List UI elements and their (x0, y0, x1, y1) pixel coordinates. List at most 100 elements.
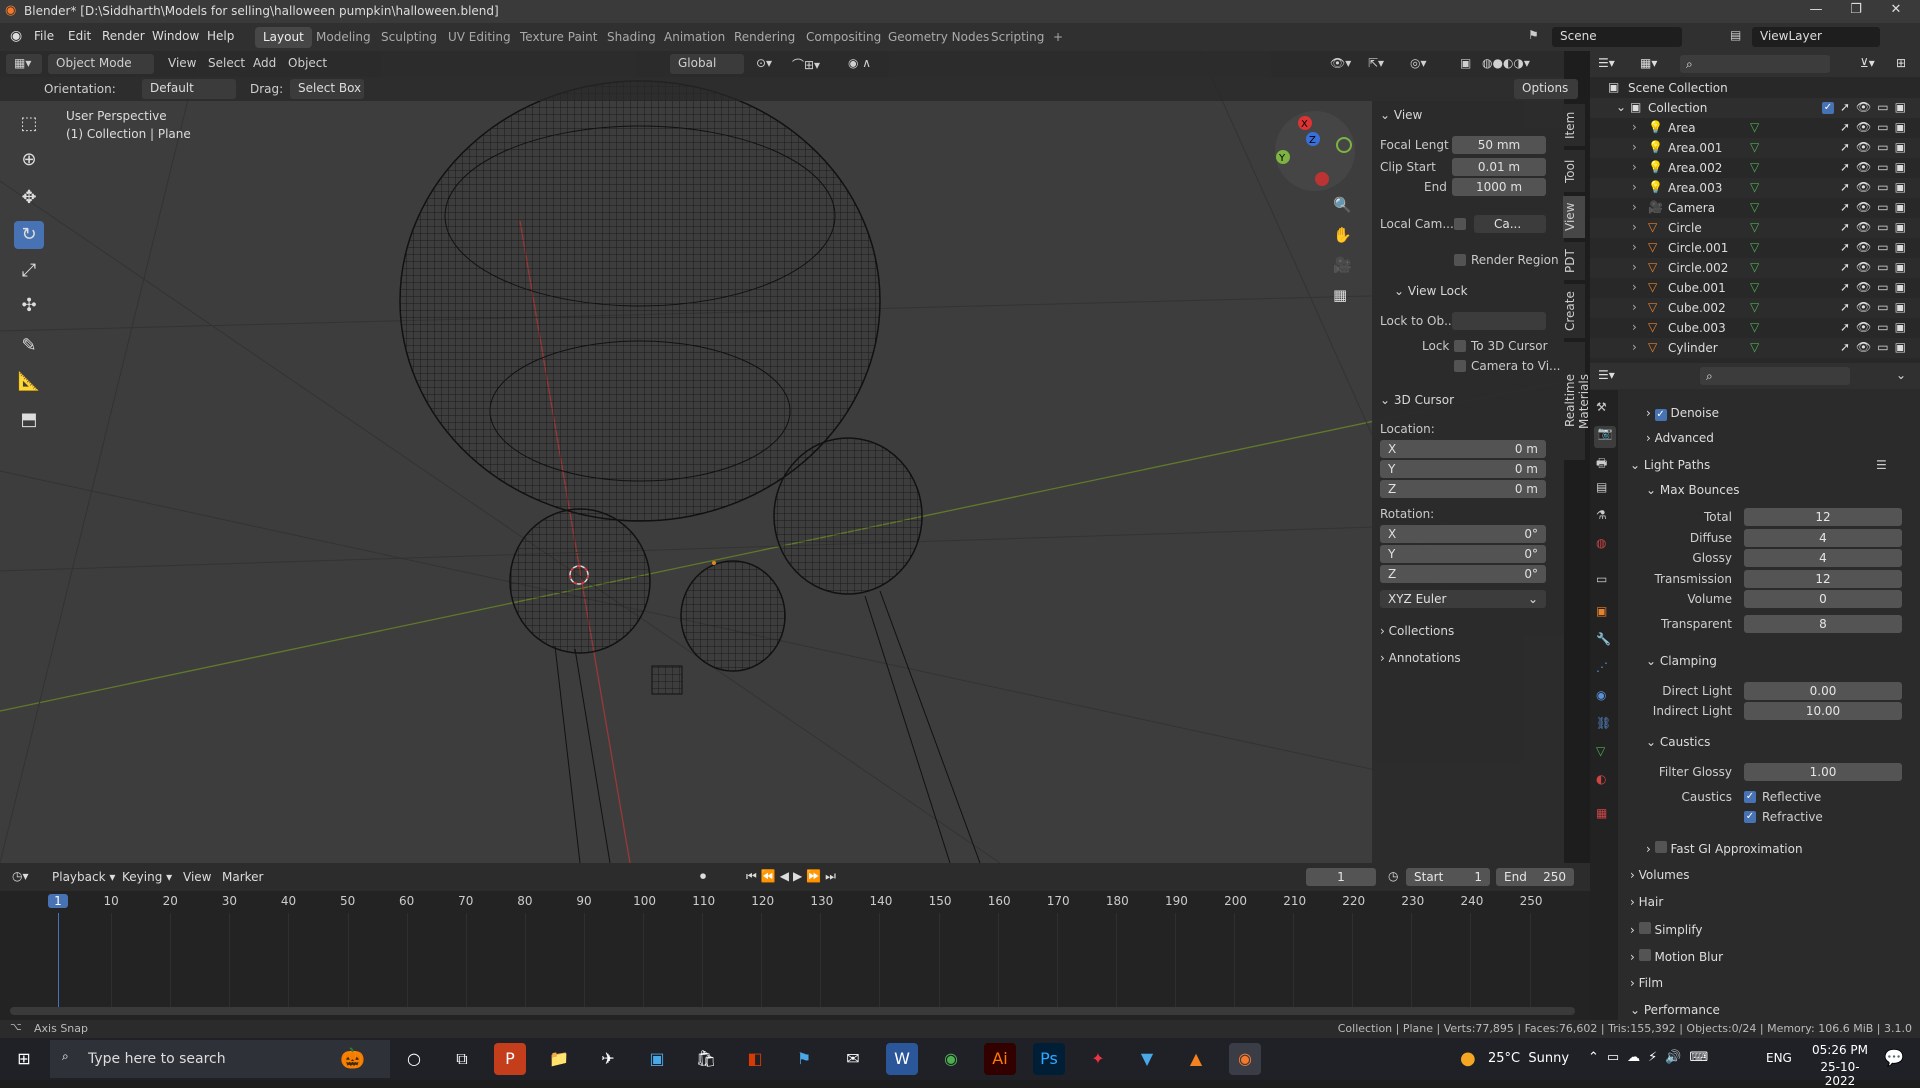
move-tool[interactable]: ✥ (14, 184, 44, 212)
object-data-icon[interactable]: ▽ (1750, 320, 1759, 334)
output-props-icon[interactable]: 🖶 (1596, 454, 1607, 475)
app-icon-3[interactable]: ⚑ (788, 1043, 820, 1075)
rotate-tool[interactable]: ↻ (14, 221, 44, 249)
outliner-search-input[interactable]: ⌕ (1680, 55, 1830, 73)
tab-create[interactable]: Create (1563, 284, 1585, 338)
playhead[interactable] (58, 913, 59, 1013)
simplify-header[interactable]: › Simplify (1630, 922, 1703, 937)
expand-chevron-icon[interactable]: › (1632, 120, 1637, 134)
expand-chevron-icon[interactable]: › (1632, 340, 1637, 354)
motion-blur-header[interactable]: › Motion Blur (1630, 949, 1723, 964)
restriction-toggles[interactable]: ➚👁▭▣ (1840, 280, 1912, 294)
object-props-icon[interactable]: ▣ (1596, 604, 1607, 618)
add-workspace-button[interactable]: + (1045, 27, 1071, 48)
tab-animation[interactable]: Animation (656, 27, 733, 48)
system-tray-icons[interactable]: ⌃▭☁⚡🔊⌨ (1588, 1050, 1716, 1065)
minimize-button[interactable]: — (1796, 2, 1836, 22)
timeline-ruler[interactable]: 1 10 20 30 40 50 60 70 80 90 100 110 120 130 140 150 160… (0, 891, 1590, 1019)
tab-rendering[interactable]: Rendering (726, 27, 803, 48)
properties-options-icon[interactable]: ⌄ (1896, 368, 1906, 382)
current-frame-field[interactable]: 1 (1306, 868, 1376, 886)
object-mode-dropdown[interactable]: Object Mode (48, 54, 154, 74)
tab-modeling[interactable]: Modeling (308, 27, 379, 48)
simplify-checkbox[interactable] (1638, 922, 1651, 934)
tab-uv-editing[interactable]: UV Editing (440, 27, 519, 48)
photoshop-icon[interactable]: Ps (1033, 1043, 1065, 1075)
expand-chevron-icon[interactable]: › (1632, 320, 1637, 334)
app-icon-4[interactable]: ✉ (837, 1043, 869, 1075)
outliner-row[interactable]: › ▽ Cube.002 ▽ ➚👁▭▣ (1590, 298, 1920, 318)
restriction-toggles[interactable]: ➚👁▭▣ (1840, 340, 1912, 354)
view-layer-props-icon[interactable]: ▤ (1596, 480, 1607, 494)
word-icon[interactable]: W (886, 1043, 918, 1075)
denoise-header[interactable]: › ✓ Denoise (1646, 406, 1719, 421)
select-box-tool[interactable]: ⬚ (14, 110, 44, 138)
tab-pdt[interactable]: PDT (1563, 242, 1585, 280)
reflective-checkbox[interactable]: ✓ (1744, 791, 1756, 803)
pan-hand-icon[interactable]: ✋ (1333, 226, 1352, 244)
3d-cursor-header[interactable]: ⌄ 3D Cursor (1380, 393, 1454, 407)
clock-date[interactable]: 25-10-2022 (1806, 1060, 1874, 1088)
vlc-icon[interactable]: ▲ (1180, 1043, 1212, 1075)
viewlayer-selector[interactable]: ViewLayer (1752, 27, 1880, 47)
tab-shading[interactable]: Shading (599, 27, 664, 48)
performance-header[interactable]: ⌄ Performance (1630, 1003, 1720, 1017)
object-data-icon[interactable]: ▽ (1750, 220, 1759, 234)
volumes-header[interactable]: › Volumes (1630, 868, 1690, 882)
filter-icon[interactable]: ⊻▾ (1860, 56, 1875, 70)
restriction-toggles[interactable]: ➚👁▭▣ (1840, 100, 1912, 114)
tab-sculpting[interactable]: Sculpting (373, 27, 445, 48)
object-data-icon[interactable]: ▽ (1750, 340, 1759, 354)
close-button[interactable]: ✕ (1876, 2, 1916, 22)
bounce-field[interactable]: 12 (1744, 570, 1902, 588)
transform-orientation-dropdown[interactable]: Global (670, 54, 744, 74)
clock-icon[interactable]: ◷ (1388, 869, 1398, 883)
outliner-editor-icon[interactable]: ☰▾ (1598, 56, 1615, 70)
collection-props-icon[interactable]: ▭ (1596, 572, 1607, 586)
chrome-icon[interactable]: ◉ (935, 1043, 967, 1075)
expand-chevron-icon[interactable]: › (1632, 240, 1637, 254)
playback-menu[interactable]: Playback ▾ (52, 870, 115, 884)
transform-tool[interactable]: ✣ (14, 292, 44, 320)
advanced-header[interactable]: › Advanced (1646, 431, 1714, 445)
restriction-toggles[interactable]: ➚👁▭▣ (1840, 140, 1912, 154)
outliner-row-scene-collection[interactable]: ▣ Scene Collection (1590, 78, 1920, 98)
restriction-toggles[interactable]: ➚👁▭▣ (1840, 240, 1912, 254)
overlay-icon[interactable]: ◎▾ (1410, 56, 1427, 70)
start-frame-field[interactable]: Start 1 (1406, 868, 1490, 886)
weather-text[interactable]: 25°C Sunny (1488, 1051, 1569, 1066)
object-data-icon[interactable]: ▽ (1750, 140, 1759, 154)
object-data-icon[interactable]: ▽ (1750, 280, 1759, 294)
cursor-location-z[interactable]: Z 0 m (1380, 480, 1546, 498)
bounce-field[interactable]: 12 (1744, 508, 1902, 526)
object-data-icon[interactable]: ▽ (1750, 200, 1759, 214)
tab-realtime-materials[interactable]: Realtime Materials (1563, 342, 1591, 460)
render-props-icon[interactable]: 📷 (1594, 426, 1616, 448)
visibility-icon[interactable]: 👁▾ (1330, 56, 1351, 70)
drag-dropdown[interactable]: Select Box (290, 79, 364, 99)
local-camera-field[interactable]: Ca... (1474, 215, 1546, 233)
texture-props-icon[interactable]: ▦ (1596, 806, 1607, 820)
app-icon-2[interactable]: ▣ (641, 1043, 673, 1075)
notifications-icon[interactable]: 💬 (1884, 1048, 1904, 1067)
clip-end-field[interactable]: 1000 m (1452, 178, 1546, 196)
restriction-toggles[interactable]: ➚👁▭▣ (1840, 260, 1912, 274)
xray-icon[interactable]: ▣ (1460, 56, 1471, 70)
orientation-dropdown[interactable]: Default (142, 79, 236, 99)
fast-gi-checkbox[interactable] (1654, 841, 1667, 853)
object-data-icon[interactable]: ▽ (1750, 180, 1759, 194)
motion-blur-checkbox[interactable] (1638, 949, 1651, 961)
bounce-field[interactable]: 4 (1744, 529, 1902, 547)
app-icon-1[interactable]: ✈ (592, 1043, 624, 1075)
outliner-row[interactable]: › ▽ Circle.002 ▽ ➚👁▭▣ (1590, 258, 1920, 278)
add-menu[interactable]: Add (253, 56, 276, 70)
restriction-toggles[interactable]: ➚👁▭▣ (1840, 300, 1912, 314)
clock-time[interactable]: 05:26 PM (1810, 1043, 1870, 1057)
options-dropdown[interactable]: Options (1514, 79, 1578, 99)
restriction-toggles[interactable]: ➚👁▭▣ (1840, 320, 1912, 334)
filter-glossy-field[interactable]: 1.00 (1744, 763, 1902, 781)
expand-chevron-icon[interactable]: › (1632, 140, 1637, 154)
marker-menu[interactable]: Marker (222, 870, 263, 884)
camera-view-icon[interactable]: 🎥 (1333, 256, 1352, 274)
lock-cursor-checkbox[interactable] (1454, 340, 1466, 352)
